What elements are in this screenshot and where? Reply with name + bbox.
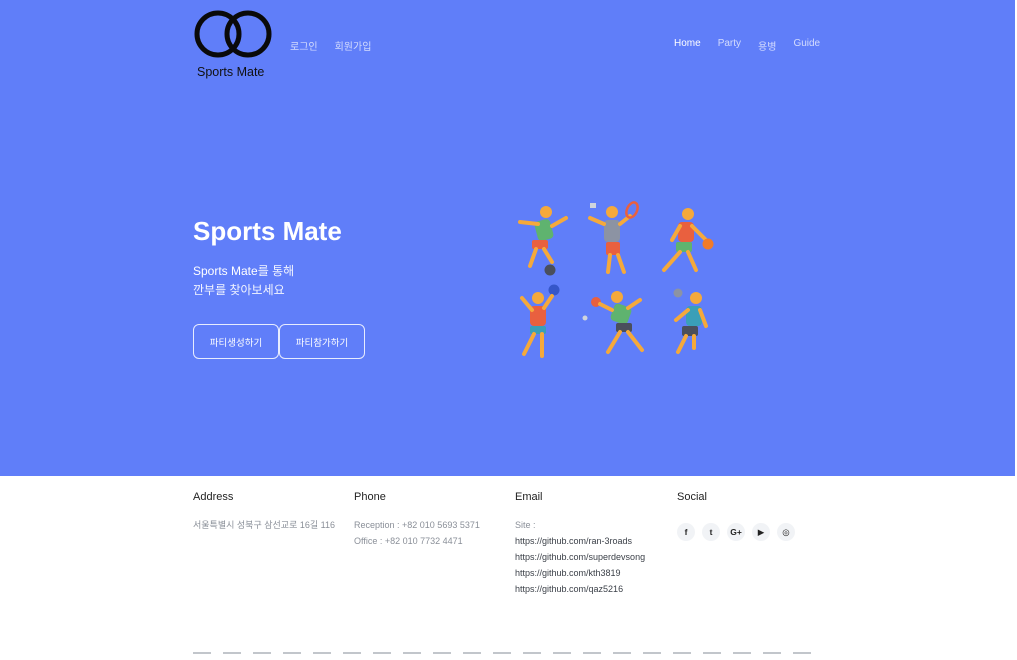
footer: Address 서울특별시 성북구 삼선교로 16길 116 Phone Rec… — [0, 476, 1017, 660]
nav-lesson[interactable]: 용병 — [758, 38, 776, 53]
logo-rings-icon — [194, 10, 272, 58]
github-link[interactable]: https://github.com/ran-3roads — [515, 533, 645, 549]
hero-subtitle-rest: 를 통해 — [257, 264, 295, 278]
email-site-label: Site : — [515, 520, 536, 530]
email-heading: Email — [515, 491, 543, 503]
twitter-icon[interactable]: t — [702, 523, 720, 541]
footer-bottom-text-cutoff — [193, 652, 813, 654]
logo[interactable]: Sports Mate — [193, 4, 273, 82]
auth-nav: 로그인 회원가입 — [290, 38, 371, 53]
address-text: 서울특별시 성북구 삼선교로 16길 116 — [193, 520, 336, 530]
phone-reception: Reception : +82 010 5693 5371 — [354, 520, 480, 530]
instagram-icon[interactable]: ◎ — [777, 523, 795, 541]
nav-party[interactable]: Party — [718, 38, 741, 53]
footer-email: Email Site : https://github.com/ran-3roa… — [515, 491, 645, 597]
sports-players-icon — [518, 201, 714, 358]
footer-phone: Phone Reception : +82 010 5693 5371 Offi… — [354, 491, 480, 549]
youtube-icon[interactable]: ▶ — [752, 523, 770, 541]
social-icons: f t G+ ▶ ◎ — [677, 523, 795, 541]
hero-subtitle: Sports Mate를 통해 깐부를 찾아보세요 — [193, 262, 294, 300]
join-party-button[interactable]: 파티참가하기 — [279, 324, 365, 359]
github-link[interactable]: https://github.com/superdevsong — [515, 549, 645, 565]
phone-text: Reception : +82 010 5693 5371 Office : +… — [354, 517, 480, 549]
hero-buttons: 파티생성하기 파티참가하기 — [193, 324, 365, 359]
create-party-button[interactable]: 파티생성하기 — [193, 324, 279, 359]
email-text: Site : https://github.com/ran-3roads htt… — [515, 517, 645, 597]
github-link[interactable]: https://github.com/qaz5216 — [515, 581, 645, 597]
facebook-icon[interactable]: f — [677, 523, 695, 541]
logo-text: Sports Mate — [197, 65, 265, 79]
google-plus-icon[interactable]: G+ — [727, 523, 745, 541]
hero-section: Sports Mate 로그인 회원가입 Home Party 용병 Guide… — [0, 0, 1015, 476]
signup-link[interactable]: 회원가입 — [335, 38, 372, 53]
address-heading: Address — [193, 491, 234, 503]
nav-home[interactable]: Home — [674, 38, 701, 53]
sports-players-illustration — [512, 200, 722, 365]
page: Sports Mate 로그인 회원가입 Home Party 용병 Guide… — [0, 0, 1017, 660]
github-link[interactable]: https://github.com/kth3819 — [515, 565, 645, 581]
login-link[interactable]: 로그인 — [290, 38, 318, 53]
hero-subtitle-line1: Sports Mate를 통해 — [193, 262, 294, 281]
phone-office: Office : +82 010 7732 4471 — [354, 536, 463, 546]
nav-guide[interactable]: Guide — [793, 38, 820, 53]
social-heading: Social — [677, 491, 707, 503]
hero-subtitle-brand: Sports Mate — [193, 264, 258, 278]
footer-social: Social f t G+ ▶ ◎ — [677, 491, 795, 541]
phone-heading: Phone — [354, 491, 386, 503]
hero-title: Sports Mate — [193, 216, 342, 246]
footer-address: Address 서울특별시 성북구 삼선교로 16길 116 — [193, 491, 335, 533]
hero-subtitle-line2: 깐부를 찾아보세요 — [193, 283, 285, 297]
main-nav: Home Party 용병 Guide — [674, 38, 820, 53]
